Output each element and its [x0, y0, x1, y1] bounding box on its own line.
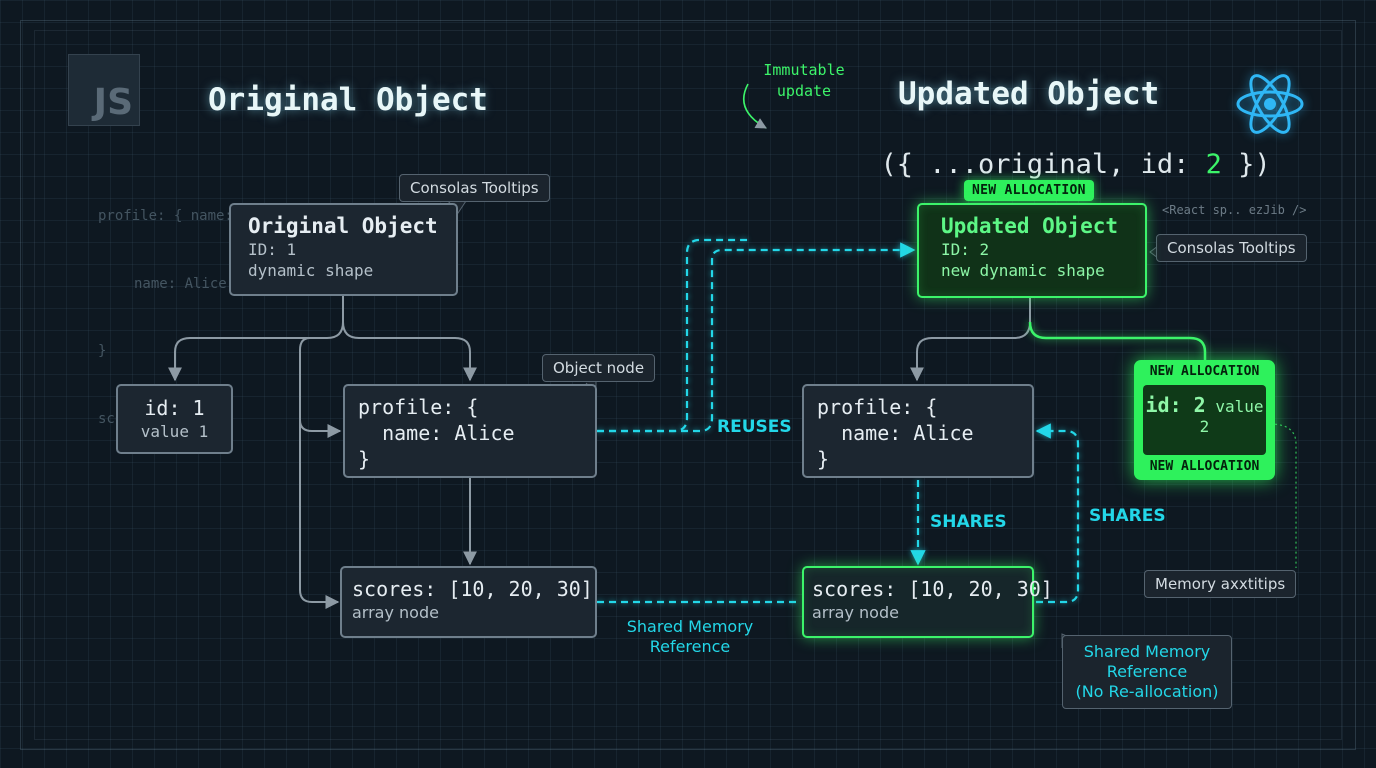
badge-id-bottom: NEW ALLOCATION [1149, 459, 1260, 474]
heading-updated: Updated Object [898, 76, 1160, 112]
node-right-profile-line1: profile: { [817, 395, 938, 419]
node-updated-id: ID: 2 [941, 240, 990, 259]
node-right-profile-line3: } [817, 447, 830, 471]
edge-updated-to-id [1028, 321, 1207, 360]
node-right-id-line1: id: 2 [1145, 393, 1206, 417]
shared-ref-line1: Shared Memory [626, 617, 754, 636]
node-original-id: ID: 1 [248, 240, 297, 259]
node-original-shape: dynamic shape [248, 261, 374, 280]
label-shares-left: SHARES [930, 512, 1007, 532]
node-right-scores[interactable]: scores: [10, 20, 30] array node [802, 566, 1053, 638]
label-shares-right: SHARES [1089, 506, 1166, 526]
node-left-scores[interactable]: scores: [10, 20, 30] array node [340, 566, 597, 638]
node-left-id-line2: value 1 [140, 422, 209, 441]
node-original-object[interactable]: Original Object ID: 1 dynamic shape [229, 203, 458, 296]
node-right-id: id: 2 value 2 [1143, 385, 1266, 455]
badge-updated-new-allocation: NEW ALLOCATION [964, 180, 1094, 201]
node-right-id-allocation[interactable]: NEW ALLOCATION id: 2 value 2 NEW ALLOCAT… [1134, 360, 1275, 480]
node-left-scores-line2: array node [352, 603, 439, 622]
shared-ref-line2: Reference [649, 637, 731, 656]
node-updated-shape: new dynamic shape [941, 261, 1105, 280]
node-left-profile[interactable]: profile: { name: Alice } [343, 384, 597, 478]
immutable-line1: Immutable [763, 61, 845, 79]
node-right-profile[interactable]: profile: { name: Alice } [802, 384, 1034, 478]
js-logo-label: JS [93, 82, 133, 123]
spread-expression: ({ ...original, id: 2 }) [848, 118, 1271, 180]
node-left-id-line1: id: 1 [144, 396, 205, 420]
node-left-profile-line1: profile: { [358, 395, 479, 419]
spread-close: }) [1221, 149, 1271, 180]
node-left-profile-line3: } [358, 447, 371, 471]
node-updated-object[interactable]: Updated Object ID: 2 new dynamic shape [917, 203, 1147, 298]
immutable-label: Immutable update [758, 60, 850, 102]
node-left-profile-line2: name: Alice [358, 421, 515, 445]
shared-memory-note: Shared Memory Reference (No Re-allocatio… [1062, 635, 1232, 709]
tooltip-memory: Memory axxtitips [1144, 570, 1297, 598]
spread-value: 2 [1205, 149, 1222, 180]
node-right-profile-line2: name: Alice [817, 421, 974, 445]
edge-original-to-scores-side [299, 420, 340, 609]
label-reuses: REUSES [717, 417, 792, 437]
node-updated-title: Updated Object [941, 214, 1119, 238]
faded-line3: } [98, 343, 107, 359]
node-right-scores-line1: scores: [10, 20, 30] [812, 577, 1053, 601]
node-left-scores-line1: scores: [10, 20, 30] [352, 577, 593, 601]
shared-box-line1: Shared Memory [1083, 642, 1211, 661]
node-right-scores-line2: array node [812, 603, 899, 622]
edge-original-to-profile-side [299, 337, 342, 438]
js-logo: JS [68, 54, 140, 126]
label-shared-memory-reference: Shared Memory Reference [624, 617, 756, 657]
immutable-line2: update [776, 82, 832, 100]
spread-open: ({ ...original, id: [880, 149, 1206, 180]
edge-original-to-profile [342, 321, 477, 382]
node-original-title: Original Object [248, 214, 438, 238]
shared-box-line2: Reference [1106, 662, 1188, 681]
node-right-id-line2: value 2 [1199, 397, 1264, 436]
edge-updated-to-profile [910, 298, 1031, 382]
faded-react-tag: <React sp.. ezJib /> [1162, 203, 1307, 217]
node-left-id[interactable]: id: 1 value 1 [116, 384, 233, 454]
edge-reuses-outer [597, 238, 750, 433]
badge-id-top: NEW ALLOCATION [1149, 364, 1260, 379]
shared-box-line3: (No Re-allocation) [1075, 682, 1219, 701]
tooltip-consolas-left: Consolas Tooltips [399, 174, 550, 202]
heading-original: Original Object [208, 82, 488, 118]
tooltip-object-node: Object node [542, 354, 656, 382]
tooltip-consolas-right: Consolas Tooltips [1156, 234, 1307, 262]
